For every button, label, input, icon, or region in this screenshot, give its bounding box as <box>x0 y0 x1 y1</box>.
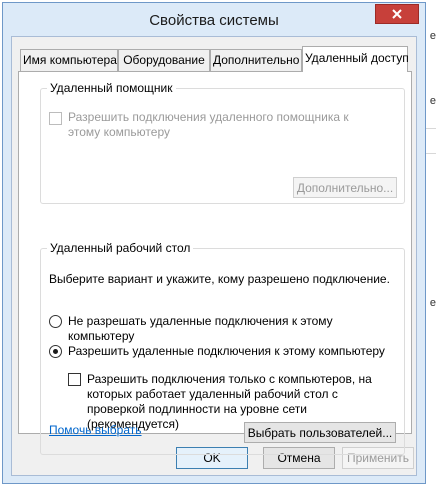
remote-assistance-group: Удаленный помощник Разрешить подключения… <box>40 81 405 204</box>
tab-remote[interactable]: Удаленный доступ <box>302 46 409 72</box>
system-properties-dialog: Свойства системы Имя компьютера Оборудов… <box>2 2 426 484</box>
tab-advanced[interactable]: Дополнительно <box>210 49 302 71</box>
remote-tab-panel: Удаленный помощник Разрешить подключения… <box>18 71 412 455</box>
remote-desktop-instruction: Выберите вариант и укажите, кому разреше… <box>49 272 390 286</box>
background-text-fragment: е <box>429 30 436 42</box>
dialog-client-area: Имя компьютера Оборудование Дополнительн… <box>11 36 417 476</box>
radio-deny-remote-label[interactable]: Не разрешать удаленные подключения к это… <box>68 314 398 344</box>
remote-assistance-legend: Удаленный помощник <box>47 81 176 95</box>
window-title: Свойства системы <box>149 12 279 29</box>
radio-allow-remote[interactable] <box>49 345 62 358</box>
tab-hardware[interactable]: Оборудование <box>118 49 210 71</box>
nla-checkbox[interactable] <box>68 373 81 386</box>
select-users-button[interactable]: Выбрать пользователей... <box>244 422 396 443</box>
advanced-remote-assistance-button[interactable]: Дополнительно... <box>293 177 397 198</box>
background-text-fragment: е <box>429 297 436 309</box>
radio-allow-remote-label[interactable]: Разрешить удаленные подключения к этому … <box>68 344 398 359</box>
title-bar[interactable]: Свойства системы <box>3 3 425 33</box>
background-text-fragment: е <box>429 95 436 107</box>
remote-assistance-checkbox[interactable] <box>49 112 62 125</box>
help-choose-link[interactable]: Помочь выбрать <box>49 423 142 438</box>
close-button[interactable] <box>375 4 419 24</box>
tab-computer-name[interactable]: Имя компьютера <box>20 49 118 71</box>
remote-assistance-checkbox-label: Разрешить подключения удаленного помощни… <box>68 110 349 139</box>
remote-desktop-legend: Удаленный рабочий стол <box>47 241 194 255</box>
radio-deny-remote[interactable] <box>49 315 62 328</box>
close-icon <box>392 9 402 19</box>
remote-desktop-group: Удаленный рабочий стол Выберите вариант … <box>40 241 405 455</box>
radio-selected-dot <box>53 349 58 354</box>
